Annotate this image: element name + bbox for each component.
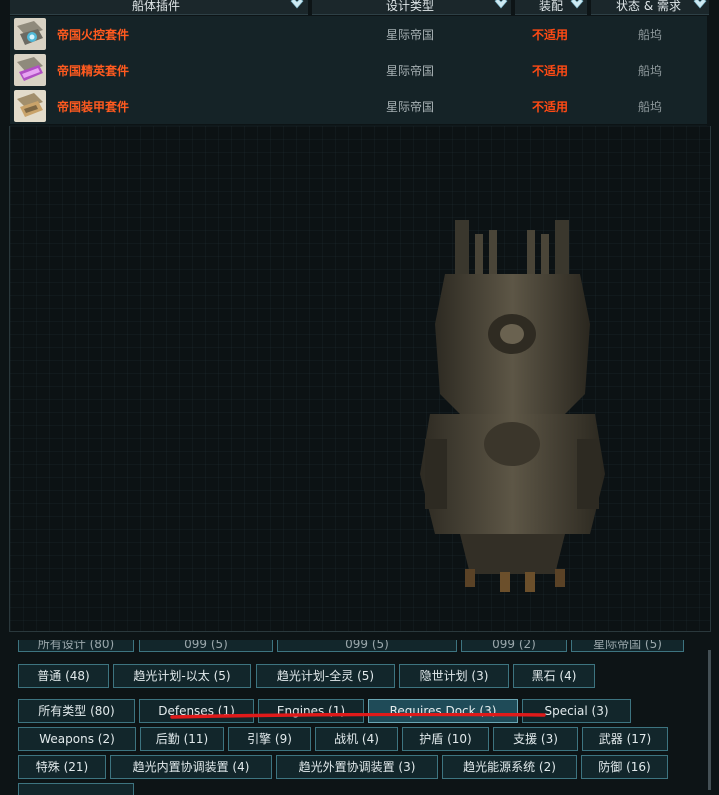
design-filter-hidden[interactable]: 隐世计划 (3) — [399, 664, 509, 688]
list-item[interactable]: 帝国火控套件 星际帝国 不适用 船坞 — [10, 16, 707, 53]
column-header-label: 船体插件 — [132, 0, 181, 13]
design-filter-label: 趋光计划-全灵 (5) — [276, 669, 375, 683]
requirement-status: 船坞 — [638, 64, 663, 78]
design-filter-label: 099 (5) — [345, 640, 389, 651]
design-filter-label: 099 (5) — [184, 640, 228, 651]
type-filter-label: 防御 (16) — [598, 760, 651, 774]
fitting-status: 不适用 — [532, 100, 569, 114]
list-item[interactable]: 帝国精英套件 星际帝国 不适用 船坞 — [10, 52, 707, 89]
design-filter-label: 星际帝国 (5) — [593, 640, 662, 651]
type-filter-engines[interactable]: Engines (1) — [258, 699, 364, 723]
type-filter-special-cn[interactable]: 特殊 (21) — [18, 755, 106, 779]
plugin-name: 帝国装甲套件 — [57, 100, 130, 114]
armor-kit-icon — [14, 90, 46, 122]
fitting-status: 不适用 — [532, 64, 569, 78]
design-filter-label: 所有设计 (80) — [37, 640, 115, 651]
type-filter-label: 趋光内置协调装置 (4) — [132, 760, 250, 774]
type-filter-partial[interactable] — [18, 783, 134, 795]
design-filter[interactable]: 099 (5) — [277, 640, 457, 652]
scrollbar[interactable] — [708, 650, 711, 790]
design-filter-blackstone[interactable]: 黑石 (4) — [513, 664, 595, 688]
hull-plugin-list: 帝国火控套件 星际帝国 不适用 船坞 帝国精英套件 星际帝国 不适用 船坞 帝国… — [10, 16, 707, 126]
type-filter-external-coordinator[interactable]: 趋光外置协调装置 (3) — [276, 755, 438, 779]
ship-silhouette-icon — [420, 220, 605, 592]
type-filter-support[interactable]: 支援 (3) — [493, 727, 578, 751]
firecontrol-kit-icon — [14, 18, 46, 50]
type-filter-shield[interactable]: 护盾 (10) — [402, 727, 489, 751]
sort-arrow-icon[interactable] — [290, 0, 304, 11]
requirement-status: 船坞 — [638, 100, 663, 114]
design-filter-aether[interactable]: 趋光计划-以太 (5) — [113, 664, 251, 688]
type-filter-label: Defenses (1) — [158, 704, 235, 718]
design-filter[interactable]: 099 (5) — [139, 640, 273, 652]
column-header-design-type[interactable]: 设计类型 — [312, 0, 511, 15]
sort-arrow-icon[interactable] — [570, 0, 584, 11]
column-header-label: 状态 & 需求 — [616, 0, 681, 13]
design-filter-normal[interactable]: 普通 (48) — [18, 664, 109, 688]
plugin-name: 帝国火控套件 — [57, 28, 130, 42]
design-filter[interactable]: 099 (2) — [461, 640, 567, 652]
type-filter-requires-dock[interactable]: Requires Dock (3) — [368, 699, 518, 723]
type-filter-label: 护盾 (10) — [419, 732, 472, 746]
type-filter-logistics[interactable]: 后勤 (11) — [140, 727, 224, 751]
ship-preview-panel — [9, 126, 711, 632]
type-filter-label: 趋光能源系统 (2) — [463, 760, 556, 774]
design-filter-empire[interactable]: 星际帝国 (5) — [571, 640, 684, 652]
sort-arrow-icon[interactable] — [494, 0, 508, 11]
type-filter-label: 支援 (3) — [513, 732, 558, 746]
type-filter-special[interactable]: Special (3) — [522, 699, 631, 723]
type-filter-label: Weapons (2) — [39, 732, 115, 746]
type-filter-label: 引擎 (9) — [247, 732, 292, 746]
type-filter-weapons[interactable]: Weapons (2) — [18, 727, 136, 751]
type-filter-label: Special (3) — [544, 704, 609, 718]
fitting-status: 不适用 — [532, 28, 569, 42]
type-filter-internal-coordinator[interactable]: 趋光内置协调装置 (4) — [110, 755, 272, 779]
design-filter-label: 趋光计划-以太 (5) — [133, 669, 231, 683]
column-header-label: 设计类型 — [386, 0, 435, 13]
sort-arrow-icon[interactable] — [693, 0, 707, 11]
elite-kit-icon — [14, 54, 46, 86]
type-filter-fighter[interactable]: 战机 (4) — [315, 727, 398, 751]
column-header-hull-plugin[interactable]: 船体插件 — [10, 0, 308, 15]
design-filter-allsoul[interactable]: 趋光计划-全灵 (5) — [256, 664, 395, 688]
column-header-label: 装配 — [539, 0, 564, 13]
type-filter-label: 武器 (17) — [598, 732, 652, 746]
column-header-status[interactable]: 状态 & 需求 — [591, 0, 709, 15]
type-filter-label: 战机 (4) — [334, 732, 379, 746]
design-filter-label: 099 (2) — [492, 640, 536, 651]
design-filter-all[interactable]: 所有设计 (80) — [18, 640, 134, 652]
plugin-name: 帝国精英套件 — [57, 64, 130, 78]
design-filter-label: 隐世计划 (3) — [419, 669, 489, 683]
type-filter-label: 后勤 (11) — [155, 732, 209, 746]
type-filter-defenses[interactable]: Defenses (1) — [139, 699, 254, 723]
design-filter-label: 普通 (48) — [37, 669, 90, 683]
type-filter-weapon[interactable]: 武器 (17) — [582, 727, 668, 751]
type-filter-label: 趋光外置协调装置 (3) — [298, 760, 416, 774]
type-filter-energy-system[interactable]: 趋光能源系统 (2) — [442, 755, 577, 779]
design-type: 星际帝国 — [386, 64, 435, 78]
type-filter-defense[interactable]: 防御 (16) — [581, 755, 668, 779]
type-filter-label: Requires Dock (3) — [389, 704, 497, 718]
design-filter-label: 黑石 (4) — [531, 669, 577, 683]
design-type: 星际帝国 — [386, 100, 435, 114]
list-item[interactable]: 帝国装甲套件 星际帝国 不适用 船坞 — [10, 88, 707, 125]
type-filter-engine[interactable]: 引擎 (9) — [228, 727, 311, 751]
requirement-status: 船坞 — [638, 28, 663, 42]
type-filter-all[interactable]: 所有类型 (80) — [18, 699, 135, 723]
column-header-fitting[interactable]: 装配 — [515, 0, 587, 15]
type-filter-label: 所有类型 (80) — [38, 704, 115, 718]
type-filter-label: Engines (1) — [276, 704, 346, 718]
design-type: 星际帝国 — [386, 28, 435, 42]
type-filter-label: 特殊 (21) — [35, 760, 89, 774]
